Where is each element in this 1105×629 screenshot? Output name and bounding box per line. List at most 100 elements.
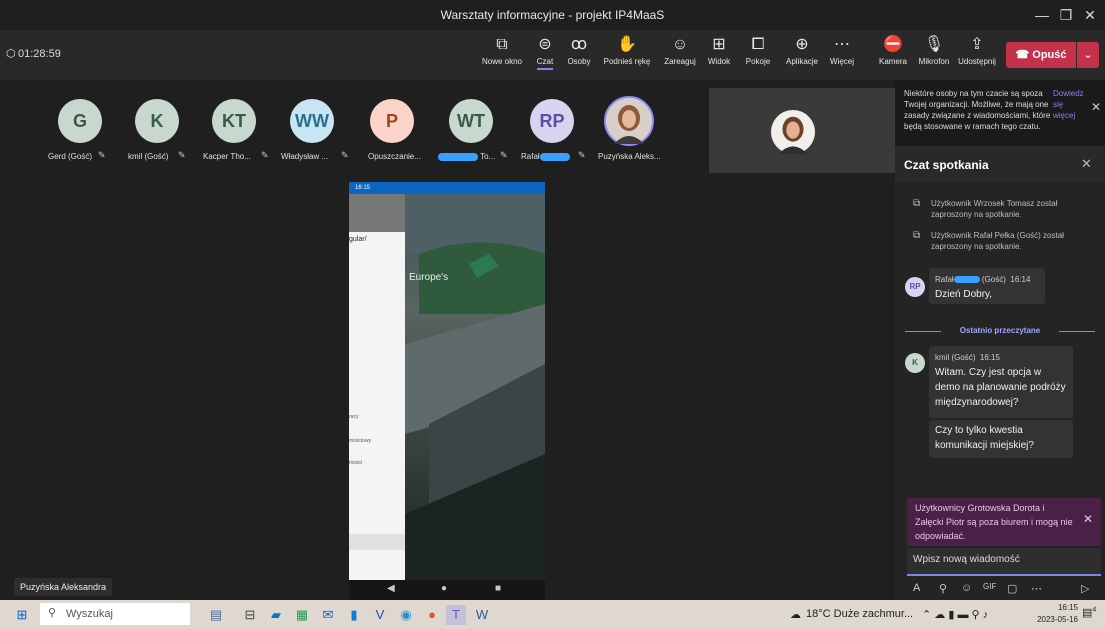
participant-avatar[interactable]: WT bbox=[449, 99, 493, 143]
system-tray-icons[interactable]: ⌃ ☁ ▮ ▬ ⚲ ♪ bbox=[922, 608, 988, 621]
view-icon: ⊞ bbox=[712, 36, 726, 53]
phone-nav-bar: ◀ ● ■ bbox=[349, 580, 545, 600]
chat-panel: Niektóre osoby na tym czacie są spoza Tw… bbox=[895, 80, 1105, 600]
mail-icon[interactable]: ✉ bbox=[318, 605, 338, 625]
leave-options-button[interactable]: ⌄ bbox=[1077, 42, 1099, 68]
chat-message: Rafał (Gość) 16:14 Dzień Dobry, bbox=[929, 268, 1045, 304]
teams-icon[interactable]: T bbox=[446, 605, 466, 625]
share-button[interactable]: ⇪ Udostępnij bbox=[956, 36, 998, 66]
task-view-icon[interactable]: ⊟ bbox=[240, 605, 260, 625]
microphone-button[interactable]: 🎙 Mikrofon bbox=[914, 36, 954, 66]
edge-icon[interactable]: ◉ bbox=[396, 605, 416, 625]
close-banner-icon[interactable]: ✕ bbox=[1083, 512, 1093, 526]
participant-video-tile[interactable] bbox=[709, 88, 895, 173]
emoji-icon[interactable]: ☺ bbox=[961, 582, 972, 594]
participant-name: Kacper Tho... bbox=[203, 152, 251, 161]
participant-avatar[interactable]: K bbox=[135, 99, 179, 143]
participant-avatar[interactable]: KT bbox=[212, 99, 256, 143]
notifications-icon[interactable]: ▤4 bbox=[1082, 606, 1096, 619]
mic-muted-icon: ✎ bbox=[261, 150, 269, 160]
send-icon[interactable]: ▷ bbox=[1081, 582, 1089, 595]
participant-avatar[interactable]: RP bbox=[530, 99, 574, 143]
raise-hand-button[interactable]: ✋ Podnieś rękę bbox=[597, 36, 657, 66]
close-icon[interactable]: ✕ bbox=[1076, 3, 1104, 27]
out-of-office-banner: Użytkownicy Grotowska Dorota i Załęcki P… bbox=[907, 498, 1101, 546]
participant-avatar[interactable]: G bbox=[58, 99, 102, 143]
participant-name: kmil (Gość) bbox=[128, 152, 169, 161]
shared-screen: 16:15 gular/ racy mościowy mości Europe'… bbox=[349, 182, 545, 580]
drawer-item[interactable]: racy bbox=[349, 414, 358, 420]
phone-status-bar: 16:15 bbox=[349, 182, 545, 194]
last-read-divider: Ostatnio przeczytane bbox=[905, 326, 1095, 336]
attach-icon[interactable]: ⚲ bbox=[939, 582, 947, 595]
app-icon[interactable]: ▮ bbox=[344, 605, 364, 625]
app-logo: Europe's bbox=[409, 272, 449, 283]
drawer-item[interactable]: mościowy bbox=[349, 438, 371, 444]
windows-taskbar: ⊞ ⚲ Wyszukaj ▤ ⊟ ▰ ▦ ✉ ▮ V ◉ ● T W ☁ 18°… bbox=[0, 600, 1105, 629]
search-icon: ⚲ bbox=[48, 607, 57, 619]
avatar: RP bbox=[905, 277, 925, 297]
weather-icon: ☁ bbox=[790, 609, 801, 621]
new-window-button[interactable]: ⧉ Nowe okno bbox=[479, 36, 525, 66]
participant-name: Puzyńska Aleks... bbox=[598, 152, 661, 161]
participant-avatar[interactable]: P bbox=[370, 99, 414, 143]
react-icon: ☺ bbox=[671, 36, 689, 53]
meeting-timer: 01:28:59 bbox=[18, 48, 61, 60]
share-icon: ⇪ bbox=[970, 36, 984, 53]
sticker-icon[interactable]: ▢ bbox=[1007, 582, 1017, 595]
back-icon[interactable]: ◀ bbox=[387, 583, 395, 594]
file-explorer-icon[interactable]: ▰ bbox=[266, 605, 286, 625]
window-title: Warsztaty informacyjne - projekt IP4MaaS bbox=[440, 8, 665, 22]
mic-off-icon: 🎙 bbox=[923, 36, 945, 53]
participant-name: Opuszczanie... bbox=[368, 152, 421, 161]
learn-more-link[interactable]: Dowiedz się więcej bbox=[1053, 88, 1085, 121]
mic-muted-icon: ✎ bbox=[341, 150, 349, 160]
mic-muted-icon: ✎ bbox=[98, 150, 106, 160]
apps-button[interactable]: ⊕ Aplikacje bbox=[780, 36, 824, 66]
windows-start-icon[interactable]: ⊞ bbox=[12, 605, 32, 625]
rooms-button[interactable]: ⧠ Pokoje bbox=[740, 36, 776, 66]
camera-button[interactable]: ⛔ Kamera bbox=[878, 36, 908, 66]
drawer-header-image bbox=[349, 194, 405, 232]
redaction-mark bbox=[539, 152, 570, 161]
view-button[interactable]: ⊞ Widok bbox=[704, 36, 734, 66]
mic-muted-icon: ✎ bbox=[500, 150, 508, 160]
title-bar: Warsztaty informacyjne - projekt IP4MaaS… bbox=[0, 0, 1105, 30]
chat-button[interactable]: ⊜ Czat bbox=[531, 36, 559, 70]
format-icon[interactable]: A bbox=[913, 582, 920, 594]
widgets-icon[interactable]: ▤ bbox=[196, 605, 236, 625]
close-chat-icon[interactable]: ✕ bbox=[1081, 156, 1092, 172]
self-name-label: Puzyńska Aleksandra bbox=[14, 578, 113, 596]
gif-icon[interactable]: GIF bbox=[983, 582, 996, 591]
more-button[interactable]: ⋯ Więcej bbox=[826, 36, 858, 66]
invite-icon: ⧉ bbox=[913, 230, 921, 241]
close-notice-icon[interactable]: ✕ bbox=[1091, 100, 1101, 114]
recents-icon[interactable]: ■ bbox=[495, 583, 501, 594]
participant-name: Władysław ... bbox=[281, 152, 329, 161]
participant-avatar[interactable]: WW bbox=[290, 99, 334, 143]
avatar: K bbox=[905, 353, 925, 373]
redaction-mark bbox=[438, 152, 478, 161]
word-icon[interactable]: W bbox=[472, 605, 492, 625]
drawer-item[interactable]: gular/ bbox=[349, 236, 367, 243]
clock[interactable]: 16:15 2023-05-16 bbox=[1030, 602, 1078, 626]
react-button[interactable]: ☺ Zareaguj bbox=[660, 36, 700, 66]
message-compose-input[interactable]: Wpisz nową wiadomość bbox=[907, 548, 1101, 576]
external-notice: Niektóre osoby na tym czacie są spoza Tw… bbox=[895, 80, 1105, 146]
leave-button[interactable]: ☎ Opuść bbox=[1006, 42, 1076, 68]
chrome-icon[interactable]: ● bbox=[422, 605, 442, 625]
people-button[interactable]: ꝏ Osoby bbox=[564, 36, 594, 66]
participant-avatar-photo[interactable] bbox=[604, 96, 654, 146]
drawer-item[interactable]: mości bbox=[349, 460, 362, 466]
drawer-footer bbox=[349, 534, 405, 550]
calendar-icon[interactable]: ▦ bbox=[292, 605, 312, 625]
taskbar-search[interactable]: ⚲ Wyszukaj bbox=[40, 603, 190, 625]
rooms-icon: ⧠ bbox=[751, 36, 765, 53]
phone-hangup-icon: ☎ bbox=[1015, 49, 1030, 61]
chat-icon: ⊜ bbox=[538, 36, 552, 53]
new-window-icon: ⧉ bbox=[496, 36, 508, 53]
more-options-icon[interactable]: ⋯ bbox=[1031, 582, 1042, 595]
home-icon[interactable]: ● bbox=[441, 583, 447, 594]
weather-text[interactable]: 18°C Duże zachmur... bbox=[806, 608, 913, 620]
vscode-icon[interactable]: V bbox=[370, 605, 390, 625]
